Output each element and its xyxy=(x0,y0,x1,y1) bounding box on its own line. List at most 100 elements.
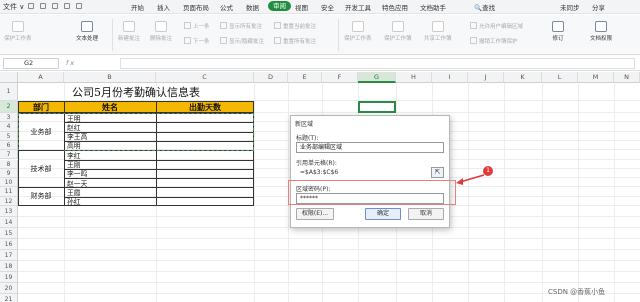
row-header[interactable]: 10 xyxy=(0,178,18,188)
ref-field[interactable]: =$A$3:$C$6 xyxy=(296,167,429,178)
tab-special[interactable]: 特色应用 xyxy=(382,2,408,12)
range-select-icon[interactable]: ⇱ xyxy=(431,167,444,178)
col-header-i[interactable]: I xyxy=(432,72,468,83)
row-header[interactable]: 13 xyxy=(0,206,18,217)
delete-comment-icon xyxy=(155,21,167,32)
allow-edit-ranges[interactable]: 允许用户编辑区域 xyxy=(470,22,523,30)
dept-business[interactable]: 业务部 xyxy=(18,127,64,137)
row-header[interactable]: 21 xyxy=(0,294,18,302)
col-header-e[interactable]: E xyxy=(288,72,322,83)
row-header[interactable]: 19 xyxy=(0,272,18,283)
ribbon-toolbar: 保护工作表 文本处理 新建批注 删除批注 上一条 下一条 显示所有批注 显示/隐… xyxy=(0,15,640,55)
tab-data[interactable]: 数据 xyxy=(246,2,259,12)
col-header-d[interactable]: D xyxy=(254,72,288,83)
new-comment-button[interactable]: 新建批注 xyxy=(118,21,140,42)
protect-sheet-ribbon-button[interactable]: 保护工作表 xyxy=(4,21,32,42)
dept-divider xyxy=(18,150,64,151)
row-header[interactable]: 1 xyxy=(0,83,18,101)
title-field[interactable]: 业务部编辑区域 xyxy=(296,142,444,153)
delete-comment-button[interactable]: 删除批注 xyxy=(150,21,172,42)
header-days[interactable]: 出勤天数 xyxy=(156,101,254,113)
row-header[interactable]: 16 xyxy=(0,239,18,250)
title-label: 标题(T): xyxy=(296,135,319,142)
row-header[interactable]: 7 xyxy=(0,150,18,160)
tab-review[interactable]: 审阅 xyxy=(268,1,291,11)
tab-developer[interactable]: 开发工具 xyxy=(345,2,371,12)
print-icon[interactable] xyxy=(40,3,46,9)
tab-formula[interactable]: 公式 xyxy=(220,2,233,12)
file-menu[interactable]: 文件 ∨ xyxy=(3,2,24,12)
permissions-button[interactable]: 权限(E)... xyxy=(296,208,334,220)
search-box[interactable]: 🔍查找 xyxy=(474,2,495,12)
ok-button[interactable]: 确定 xyxy=(365,208,401,220)
row-header[interactable]: 2 xyxy=(0,101,18,113)
preview-icon[interactable] xyxy=(52,3,58,9)
name-cell[interactable]: 孙红 xyxy=(67,196,81,206)
doc-permission-label: 文档权限 xyxy=(590,36,613,42)
row-header[interactable]: 18 xyxy=(0,261,18,272)
share-workbook-button[interactable]: 共享工作簿 xyxy=(424,21,452,42)
col-header-h[interactable]: H xyxy=(396,72,432,83)
row-header[interactable]: 9 xyxy=(0,168,18,179)
col-header-m[interactable]: M xyxy=(578,72,614,83)
protect-workbook-button[interactable]: 保护工作簿 xyxy=(384,21,412,42)
row-header[interactable]: 8 xyxy=(0,159,18,169)
tab-doc-assistant[interactable]: 文档助手 xyxy=(420,2,446,12)
dept-finance[interactable]: 财务部 xyxy=(18,191,64,201)
grid-row-line xyxy=(18,271,640,272)
prev-comment[interactable]: 上一条 xyxy=(184,22,210,30)
tab-security[interactable]: 安全 xyxy=(321,2,334,12)
col-header-c[interactable]: C xyxy=(156,72,254,83)
row-header[interactable]: 3 xyxy=(0,113,18,123)
row-header[interactable]: 14 xyxy=(0,217,18,228)
col-header-g[interactable]: G xyxy=(358,72,396,83)
formula-input[interactable] xyxy=(120,58,635,69)
col-header-a[interactable]: A xyxy=(18,72,64,83)
dept-tech[interactable]: 技术部 xyxy=(18,164,64,174)
name-box[interactable]: G2 xyxy=(3,58,59,69)
dialog-title: 新区域 xyxy=(295,121,314,128)
unsync-status[interactable]: 未同步 xyxy=(560,2,580,12)
delete-comment-label: 删除批注 xyxy=(150,36,173,42)
header-dept[interactable]: 部门 xyxy=(18,101,64,113)
cancel-button[interactable]: 取消 xyxy=(408,208,444,220)
unprotect-workbook[interactable]: 撤销工作簿保护 xyxy=(470,37,518,45)
tab-insert[interactable]: 插入 xyxy=(157,2,170,12)
share-button[interactable]: 分享 xyxy=(592,2,605,12)
row-header[interactable]: 4 xyxy=(0,122,18,132)
redo-icon[interactable] xyxy=(76,3,82,9)
col-header-f[interactable]: F xyxy=(322,72,358,83)
select-all-corner[interactable] xyxy=(0,72,18,83)
col-header-n[interactable]: N xyxy=(614,72,640,83)
active-cell-g2[interactable] xyxy=(358,101,396,113)
table-row-line xyxy=(64,196,254,198)
revision-button[interactable]: 修订 xyxy=(552,21,564,42)
row-header[interactable]: 17 xyxy=(0,250,18,261)
fx-icon[interactable]: fx xyxy=(66,59,76,67)
row-header[interactable]: 5 xyxy=(0,131,18,141)
toggle-comments[interactable]: 显示/隐藏批注 xyxy=(220,37,264,45)
col-header-j[interactable]: J xyxy=(468,72,504,83)
reset-all-comments[interactable]: 重置所有批注 xyxy=(274,37,316,45)
table-title[interactable]: 公司5月份考勤确认信息表 xyxy=(18,85,254,101)
show-all-comments[interactable]: 显示所有批注 xyxy=(220,22,262,30)
header-name[interactable]: 姓名 xyxy=(64,101,156,113)
next-comment[interactable]: 下一条 xyxy=(184,37,210,45)
save-icon[interactable] xyxy=(28,3,34,9)
text-process-button[interactable]: 文本处理 xyxy=(76,21,98,42)
reset-current-comment[interactable]: 重置当前批注 xyxy=(274,22,316,30)
col-header-b[interactable]: B xyxy=(64,72,156,83)
doc-permission-button[interactable]: 文档权限 xyxy=(590,21,612,42)
tab-home[interactable]: 开始 xyxy=(131,2,144,12)
row-header[interactable]: 11 xyxy=(0,187,18,197)
tab-page-layout[interactable]: 页面布局 xyxy=(183,2,209,12)
col-header-l[interactable]: L xyxy=(542,72,578,83)
col-header-k[interactable]: K xyxy=(504,72,542,83)
row-header[interactable]: 12 xyxy=(0,196,18,206)
undo-icon[interactable] xyxy=(64,3,70,9)
protect-sheet-button[interactable]: 保护工作表 xyxy=(344,21,372,42)
row-header[interactable]: 6 xyxy=(0,140,18,151)
row-header[interactable]: 20 xyxy=(0,283,18,294)
row-header[interactable]: 15 xyxy=(0,228,18,239)
tab-view[interactable]: 视图 xyxy=(295,2,308,12)
